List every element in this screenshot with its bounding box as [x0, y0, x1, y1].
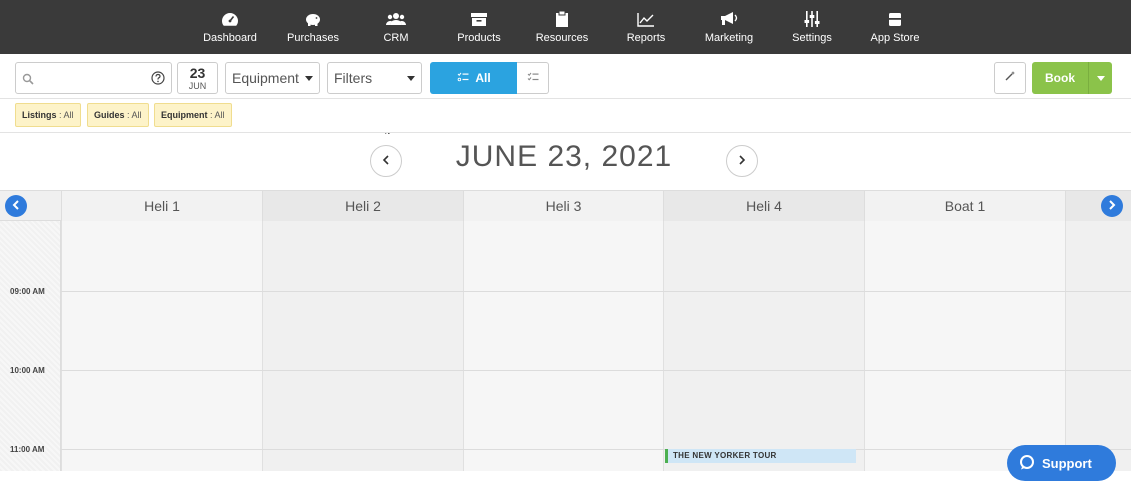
chevron-left-icon [382, 152, 390, 170]
chevron-down-icon [1096, 75, 1105, 81]
magic-wand-button[interactable] [994, 62, 1026, 94]
column-header: Heli 1 [61, 191, 262, 221]
nav-resources[interactable]: Resources [536, 0, 588, 54]
chevron-left-icon [12, 197, 20, 215]
scroll-left-button[interactable] [5, 195, 27, 217]
hour-line [61, 449, 1131, 450]
piggy-bank-icon [302, 10, 324, 28]
chip-value: All [131, 110, 142, 120]
nav-label: App Store [870, 32, 920, 44]
toggle-all-button[interactable]: All [430, 62, 518, 94]
book-dropdown-button[interactable] [1088, 62, 1112, 94]
nav-label: Products [457, 32, 501, 44]
nav-label: CRM [383, 32, 409, 44]
filters-select-value: Filters [334, 70, 373, 86]
line-chart-icon [635, 10, 657, 28]
next-day-button[interactable] [726, 145, 758, 177]
hour-line [61, 370, 1131, 371]
nav-label: Reports [626, 32, 666, 44]
filter-chips: Listings : All Guides : All Equipment : … [0, 99, 1131, 133]
grid-column[interactable] [663, 221, 864, 471]
store-icon [884, 10, 906, 28]
megaphone-icon [718, 10, 740, 28]
chip-listings[interactable]: Listings : All [15, 103, 81, 127]
chip-guides[interactable]: Guides : All [87, 103, 149, 127]
previous-day-button[interactable] [370, 145, 402, 177]
resource-header-row: Heli 1 Heli 2 Heli 3 Heli 4 Boat 1 [0, 190, 1131, 221]
toggle-checklist-button[interactable] [517, 62, 549, 94]
hour-line [61, 291, 1131, 292]
column-header: Heli 2 [262, 191, 463, 221]
filters-select[interactable]: Filters [327, 62, 422, 94]
nav-label: Resources [535, 32, 589, 44]
sliders-icon [801, 10, 823, 28]
search-icon [22, 72, 34, 90]
grid-column[interactable] [864, 221, 1065, 471]
chip-key: Listings [22, 110, 57, 120]
date-title: JUNE 23, 2021 [455, 140, 673, 173]
time-gutter: 09:00 AM 10:00 AM 11:00 AM [0, 221, 61, 471]
column-header: Heli 3 [463, 191, 663, 221]
nav-label: Marketing [704, 32, 754, 44]
search-input[interactable] [38, 67, 148, 89]
scroll-right-button[interactable] [1101, 195, 1123, 217]
equipment-select-value: Equipment [232, 70, 299, 86]
clipboard-icon [551, 10, 573, 28]
chip-key: Guides [94, 110, 125, 120]
chevron-right-icon [1108, 197, 1116, 215]
toggle-all-label: All [475, 71, 491, 85]
gauge-icon [219, 10, 241, 28]
support-button[interactable]: Support [1007, 445, 1116, 481]
toolbar: 23 JUN Equipment Filters All Book [0, 54, 1131, 138]
checklist-icon [527, 69, 539, 87]
date-day: 23 [189, 65, 206, 81]
column-header: Heli 4 [663, 191, 864, 221]
nav-label: Purchases [287, 32, 339, 44]
date-picker-button[interactable]: 23 JUN [177, 62, 218, 94]
calendar-grid: 09:00 AM 10:00 AM 11:00 AM THE NEW YORKE… [0, 221, 1131, 471]
grid-column[interactable] [1065, 221, 1131, 471]
booking-event[interactable]: THE NEW YORKER TOUR [665, 449, 856, 463]
nav-purchases[interactable]: Purchases [287, 0, 339, 54]
grid-column[interactable] [463, 221, 663, 471]
nav-app-store[interactable]: App Store [870, 0, 920, 54]
checklist-icon [457, 71, 469, 85]
nav-marketing[interactable]: Marketing [705, 0, 753, 54]
magic-wand-icon [1004, 69, 1016, 87]
chip-key: Equipment [161, 110, 208, 120]
chip-equipment[interactable]: Equipment : All [154, 103, 232, 127]
nav-crm[interactable]: CRM [380, 0, 412, 54]
nav-settings[interactable]: Settings [792, 0, 832, 54]
column-header: Boat 1 [864, 191, 1065, 221]
chevron-down-icon [305, 76, 313, 81]
date-month: JUN [188, 81, 207, 91]
chip-value: All [63, 110, 74, 120]
nav-reports[interactable]: Reports [626, 0, 666, 54]
search-box [15, 62, 172, 94]
chevron-down-icon [407, 76, 415, 81]
time-label: 11:00 AM [10, 445, 45, 454]
nav-products[interactable]: Products [457, 0, 501, 54]
date-header: JUNE 23, 2021 [0, 134, 1131, 190]
chat-bubble-icon [1019, 454, 1035, 473]
equipment-select[interactable]: Equipment [225, 62, 320, 94]
book-button[interactable]: Book [1032, 62, 1088, 94]
users-icon [385, 10, 407, 28]
time-label: 09:00 AM [10, 287, 45, 296]
top-navigation: Dashboard Purchases CRM Products Resourc… [0, 0, 1131, 54]
archive-box-icon [468, 10, 490, 28]
chip-value: All [214, 110, 225, 120]
grid-column[interactable] [61, 221, 262, 471]
nav-label: Settings [792, 32, 832, 44]
nav-dashboard[interactable]: Dashboard [203, 0, 257, 54]
time-label: 10:00 AM [10, 366, 45, 375]
help-icon[interactable] [151, 71, 165, 90]
support-label: Support [1042, 455, 1092, 471]
grid-column[interactable] [262, 221, 463, 471]
nav-label: Dashboard [203, 32, 257, 44]
book-label: Book [1045, 71, 1075, 85]
chevron-right-icon [738, 152, 746, 170]
